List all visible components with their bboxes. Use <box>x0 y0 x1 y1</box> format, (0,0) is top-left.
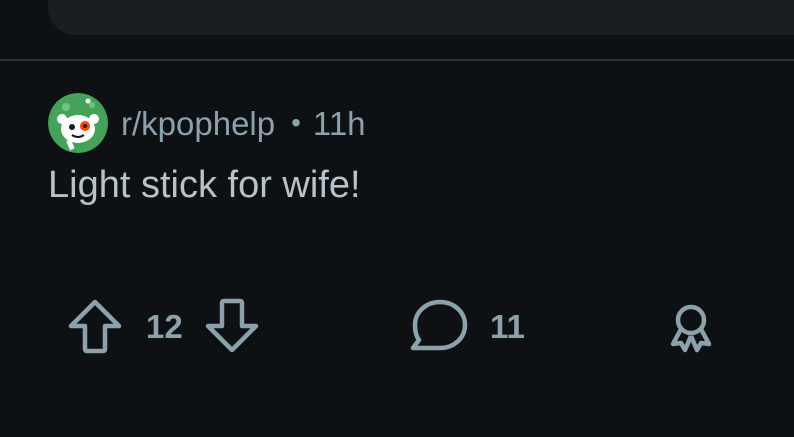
comments-button[interactable]: 11 <box>408 298 525 354</box>
comment-count: 11 <box>490 307 525 345</box>
post-header: r/kpophelp • 11h <box>48 92 366 154</box>
vote-count: 12 <box>146 307 183 345</box>
post-age: 11h <box>312 104 366 142</box>
meta-separator: • <box>291 107 301 138</box>
upvote-button[interactable] <box>66 297 124 355</box>
snoo-avatar-icon <box>48 93 108 153</box>
arrow-up-outline-icon <box>68 299 122 354</box>
previous-post-card[interactable] <box>48 0 794 35</box>
feed-screen: r/kpophelp • 11h Light stick for wife! 1… <box>0 0 794 437</box>
speech-bubble-icon <box>410 299 468 351</box>
downvote-button[interactable] <box>203 297 261 355</box>
vote-group: 12 <box>66 298 261 354</box>
post-divider <box>0 59 794 61</box>
post-action-bar: 12 11 <box>0 290 794 360</box>
award-button[interactable] <box>664 300 718 354</box>
arrow-down-outline-icon <box>205 298 258 353</box>
post-title[interactable]: Light stick for wife! <box>48 166 361 204</box>
subreddit-name[interactable]: r/kpophelp <box>121 107 275 140</box>
award-ribbon-icon <box>670 304 712 353</box>
subreddit-avatar[interactable] <box>48 93 108 153</box>
